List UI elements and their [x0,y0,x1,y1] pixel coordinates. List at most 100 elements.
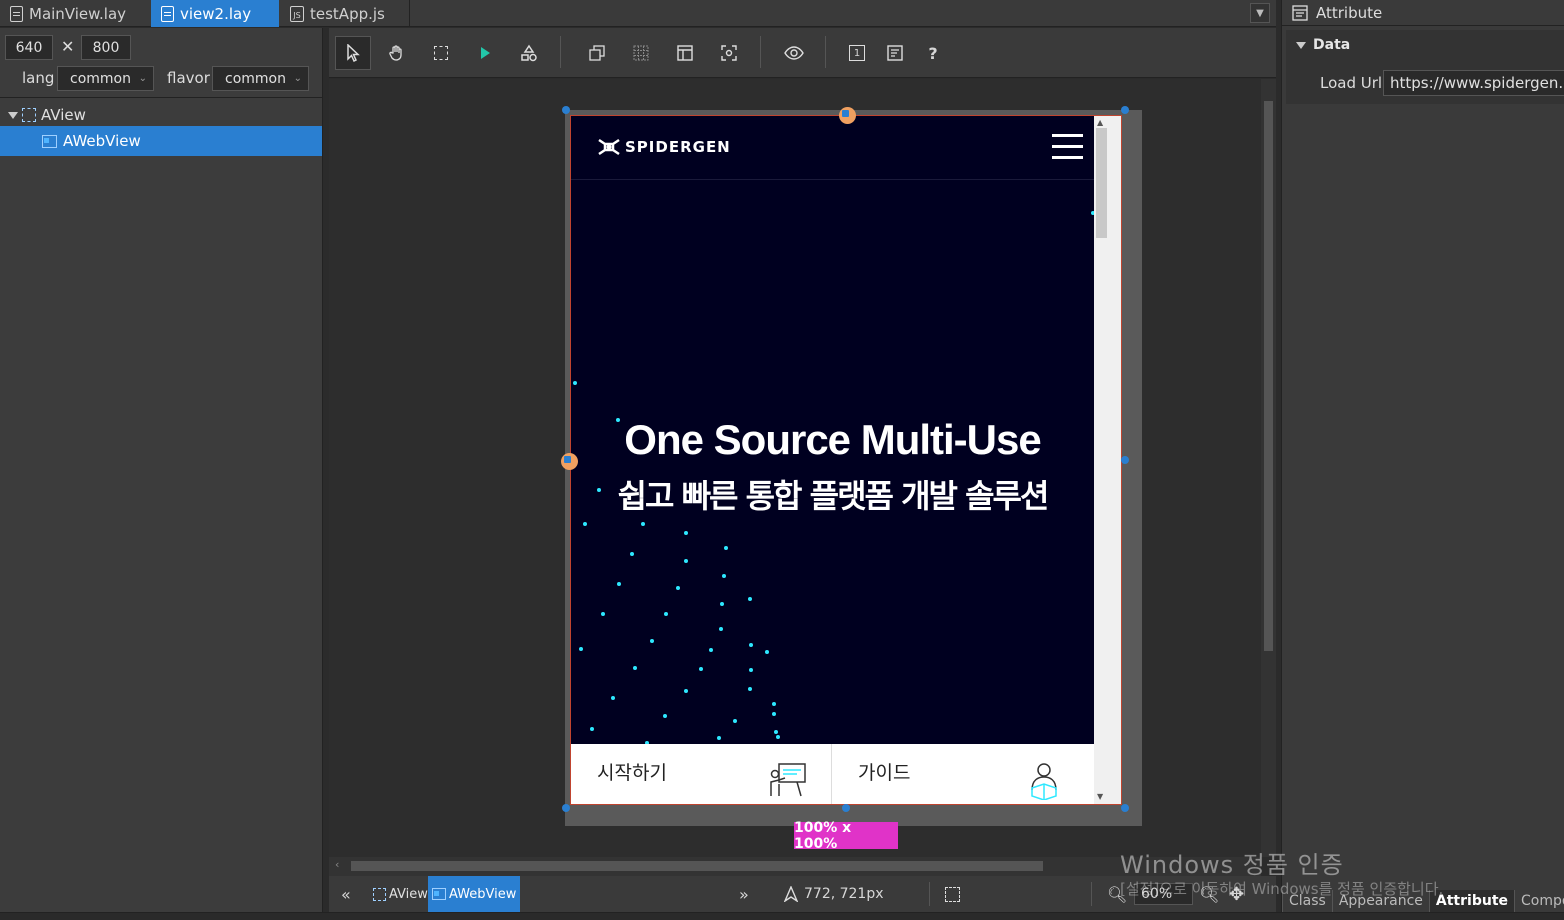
scroll-thumb[interactable] [351,861,1043,871]
number-icon[interactable]: 1 [839,36,875,70]
section-label: Data [1313,37,1351,53]
scroll-down-icon[interactable]: ▼ [1097,792,1103,801]
marquee-select-icon[interactable] [423,36,459,70]
particle-dot [719,627,723,631]
particle-dot [633,666,637,670]
resize-handle-bottom[interactable] [842,804,850,812]
divider [929,882,930,906]
panel-title-label: Attribute [1316,3,1383,22]
view-icon [373,887,386,901]
design-toolbar: 1 ? [329,28,1276,78]
expand-caret-icon[interactable] [8,111,18,119]
tab-label: MainView.lay [29,4,127,23]
tab-mainview[interactable]: MainView.lay [0,0,150,27]
particle-dot [720,602,724,606]
resize-handle-top-right[interactable] [1121,106,1129,114]
logo-text: SPIDERGEN [625,138,731,156]
particle-dot [748,597,752,601]
tab-view2[interactable]: view2.lay [151,0,279,27]
guide-link[interactable]: 가이드 [858,758,911,804]
tab-component[interactable]: Compon [1514,890,1564,912]
breadcrumb-label: AWebView [449,886,517,902]
hero-headline: One Source Multi-Use [624,416,1041,463]
webview-icon [42,134,57,148]
spidergen-logo[interactable]: SPIDERGEN [597,136,731,158]
user-guide-icon [1026,760,1062,804]
flavor-value: common [225,70,286,87]
divider [760,36,761,68]
select-pointer-icon[interactable] [335,36,371,70]
resize-handle-top-left[interactable] [562,106,570,114]
resize-handle-right[interactable] [1121,456,1129,464]
tab-testapp[interactable]: JS testApp.js [280,0,410,27]
flavor-select[interactable]: common ⌄ [212,66,309,91]
double-chevron-right-icon[interactable]: » [739,876,749,912]
left-panel: 640 ✕ 800 lang common ⌄ flavor common ⌄ … [0,28,323,920]
play-icon[interactable] [467,36,503,70]
layout-icon[interactable] [667,36,703,70]
particle-dot [699,667,703,671]
resize-handle-bottom-left[interactable] [562,804,570,812]
divider [1091,882,1092,906]
help-icon[interactable]: ? [915,36,951,70]
window-bottom-edge [0,912,1564,920]
lang-label: lang [22,69,55,87]
load-url-input[interactable]: https://www.spidergen.c [1383,70,1564,96]
particle-dot [583,522,587,526]
breadcrumb-awebview[interactable]: AWebView [428,876,521,912]
scroll-thumb[interactable] [1264,101,1273,651]
particle-dot [630,552,634,556]
divider [825,36,826,68]
layers-icon[interactable] [579,36,615,70]
double-chevron-left-icon[interactable]: « [341,876,351,912]
particle-dot [650,639,654,643]
particle-dot [748,687,752,691]
hamburger-menu-icon[interactable] [1052,134,1083,160]
hero-subline: 쉽고 빠른 통합 플랫폼 개발 솔루션 [617,477,1050,515]
spider-logo-icon [597,136,620,158]
scroll-thumb[interactable] [1096,128,1107,238]
particle-dot [717,736,721,740]
shapes-icon[interactable] [511,36,547,70]
fit-icon[interactable] [711,36,747,70]
lang-select[interactable]: common ⌄ [57,66,154,91]
particle-dot [724,546,728,550]
collapse-caret-icon[interactable] [1296,41,1306,49]
anchor-handle-top[interactable] [839,107,856,124]
scroll-up-icon[interactable]: ▲ [1097,118,1103,127]
particle-dot [579,647,583,651]
section-header[interactable]: Data [1296,37,1350,53]
preview-eye-icon[interactable] [776,36,812,70]
particle-dot [664,612,668,616]
tree-item-awebview[interactable]: AWebView [0,126,322,156]
resize-handle-bottom-right[interactable] [1121,804,1129,812]
pan-hand-icon[interactable] [379,36,415,70]
chevron-down-icon: ⌄ [138,73,147,84]
start-label: 시작하기 [597,762,667,784]
height-input[interactable]: 800 [81,35,131,60]
size-percent-badge: 100% x 100% [794,820,898,852]
marquee-select-icon[interactable] [945,876,960,912]
file-icon [10,5,23,22]
chevron-left-icon[interactable]: ‹ [335,858,339,871]
panel-title: Attribute [1282,0,1564,26]
anchor-handle-left[interactable] [561,453,578,470]
guide-label: 가이드 [858,762,911,784]
particle-dot [684,689,688,693]
webview-scrollbar[interactable]: ▲ ▼ [1094,116,1121,804]
awebview-component[interactable]: SPIDERGEN One Source Multi-Use 쉽고 빠른 통합 … [570,115,1122,805]
breadcrumb-aview[interactable]: AView [369,876,432,912]
presentation-icon [767,762,807,802]
grid-icon[interactable] [623,36,659,70]
cursor-icon [784,886,798,902]
particle-dot [776,735,780,739]
file-icon [161,5,174,22]
vertical-scrollbar[interactable] [1261,79,1276,857]
divider [831,744,832,804]
data-section: Data Load Url https://www.spidergen.c [1286,30,1564,104]
notes-icon[interactable] [877,36,913,70]
width-input[interactable]: 640 [5,35,53,60]
start-link[interactable]: 시작하기 [597,758,667,804]
tab-list-dropdown[interactable]: ▼ [1250,3,1270,23]
ide-window: MainView.lay view2.lay JS testApp.js ▼ 6… [0,0,1564,920]
